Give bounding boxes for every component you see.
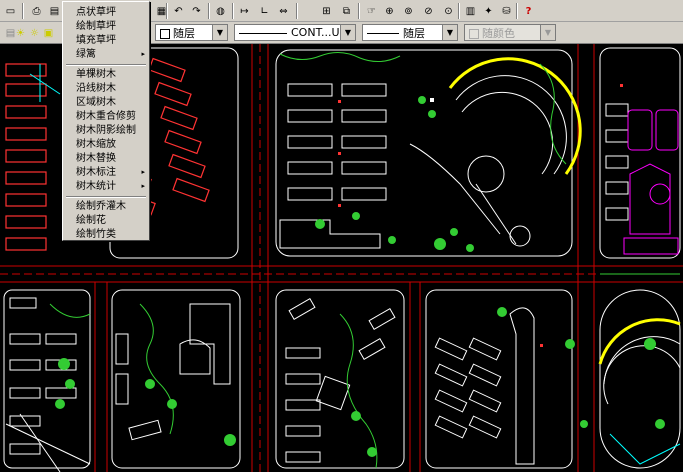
menu-item-tree-statistics[interactable]: 树木统计 ▸ bbox=[63, 180, 149, 193]
marker bbox=[338, 204, 341, 207]
menu-item-tree-label[interactable]: 树木标注 ▸ bbox=[63, 166, 149, 179]
chevron-down-icon[interactable]: ▼ bbox=[212, 25, 227, 40]
chevron-down-icon[interactable]: ▼ bbox=[340, 25, 355, 40]
tree bbox=[55, 399, 65, 409]
table-icon[interactable]: ▥ bbox=[462, 3, 479, 19]
new-file-icon[interactable]: ▭ bbox=[2, 3, 19, 19]
marker bbox=[620, 84, 623, 87]
tree bbox=[565, 339, 575, 349]
block-icon[interactable]: ⧉ bbox=[338, 3, 355, 19]
database-icon[interactable]: ⛁ bbox=[498, 3, 515, 19]
tree bbox=[655, 419, 665, 429]
tree bbox=[315, 219, 325, 229]
linetype-select[interactable]: CONT...UOUS ▼ bbox=[234, 24, 356, 41]
linetype-select-value: CONT...UOUS bbox=[291, 26, 340, 39]
redo-icon[interactable]: ↷ bbox=[188, 3, 205, 19]
lineweight-preview bbox=[367, 33, 399, 34]
toolbar-separator bbox=[22, 3, 24, 19]
layer-color-swatch bbox=[160, 28, 170, 39]
tree bbox=[450, 228, 458, 236]
menu-item-draw-bamboo[interactable]: 绘制竹类 bbox=[63, 228, 149, 241]
dimension-angle-icon[interactable]: ∟ bbox=[256, 3, 273, 19]
menu-item-hedge[interactable]: 绿篱 ▸ bbox=[63, 48, 149, 61]
linetype-preview bbox=[239, 32, 287, 34]
toolbar-separator bbox=[166, 3, 168, 19]
menu-item-draw-lawn[interactable]: 绘制草坪 bbox=[63, 20, 149, 33]
tree bbox=[58, 358, 70, 370]
menu-item-tree-replace[interactable]: 树木替换 bbox=[63, 152, 149, 165]
design-center-icon[interactable]: ✦ bbox=[480, 3, 497, 19]
tree bbox=[224, 434, 236, 446]
submenu-arrow-icon: ▸ bbox=[141, 182, 145, 190]
toolbar-separator bbox=[296, 3, 298, 19]
marker bbox=[540, 344, 543, 347]
menu-item-draw-shrubs[interactable]: 绘制乔灌木 bbox=[63, 200, 149, 213]
toolbar-separator bbox=[358, 3, 360, 19]
menu-item-draw-flowers[interactable]: 绘制花 bbox=[63, 214, 149, 227]
lineweight-select-value: 随层 bbox=[403, 26, 425, 40]
menu-item-tree-shadow[interactable]: 树木阴影绘制 bbox=[63, 124, 149, 137]
menu-separator bbox=[66, 196, 146, 198]
zoom-realtime-icon[interactable]: ⊕ bbox=[381, 3, 398, 19]
tree bbox=[466, 244, 474, 252]
zoom-extents-icon[interactable]: ⊙ bbox=[440, 3, 457, 19]
toolbar-separator bbox=[516, 3, 518, 19]
menu-item-trees-along-line[interactable]: 沿线树木 bbox=[63, 82, 149, 95]
marker bbox=[338, 100, 341, 103]
color-select-value: 随颜色 bbox=[482, 26, 515, 40]
color-select: 随颜色 ▼ bbox=[464, 24, 556, 41]
tree bbox=[418, 96, 426, 104]
chevron-down-icon: ▼ bbox=[540, 25, 555, 40]
submenu-arrow-icon: ▸ bbox=[141, 168, 145, 176]
menu-item-fill-lawn[interactable]: 填充草坪 bbox=[63, 34, 149, 47]
properties-icon[interactable]: ⊞ bbox=[318, 3, 335, 19]
tree bbox=[580, 420, 588, 428]
zoom-previous-icon[interactable]: ⊘ bbox=[420, 3, 437, 19]
layer-lock-icon[interactable]: ▣ bbox=[40, 25, 57, 41]
undo-icon[interactable]: ↶ bbox=[170, 3, 187, 19]
marker bbox=[430, 98, 434, 102]
landscape-dropdown-menu: 点状草坪 绘制草坪 填充草坪 绿篱 ▸ 单棵树木 沿线树木 区域树木 树木重合修剪… bbox=[62, 1, 150, 241]
dimension-align-icon[interactable]: ⇔ bbox=[275, 3, 292, 19]
print-icon[interactable]: ⎙ bbox=[28, 3, 45, 19]
toolbar-separator bbox=[232, 3, 234, 19]
menu-separator bbox=[66, 64, 146, 66]
menu-item-dot-lawn[interactable]: 点状草坪 bbox=[63, 6, 149, 19]
tree bbox=[434, 238, 446, 250]
menu-item-area-trees[interactable]: 区域树木 bbox=[63, 96, 149, 109]
tree bbox=[145, 379, 155, 389]
submenu-arrow-icon: ▸ bbox=[141, 50, 145, 58]
globe-icon[interactable]: ◍ bbox=[212, 3, 229, 19]
menu-item-tree-scale[interactable]: 树木缩放 bbox=[63, 138, 149, 151]
menu-item-single-tree[interactable]: 单棵树木 bbox=[63, 68, 149, 81]
tree bbox=[388, 236, 396, 244]
tree bbox=[497, 307, 507, 317]
zoom-window-icon[interactable]: ⊚ bbox=[400, 3, 417, 19]
pan-icon[interactable]: ☞ bbox=[363, 3, 380, 19]
toolbar-separator bbox=[458, 3, 460, 19]
layer-select-value: 随层 bbox=[173, 26, 195, 40]
dimension-linear-icon[interactable]: ↦ bbox=[236, 3, 253, 19]
tree bbox=[352, 212, 360, 220]
marker bbox=[338, 152, 341, 155]
layer-select[interactable]: 随层 ▼ bbox=[155, 24, 228, 41]
toolbar-separator bbox=[208, 3, 210, 19]
color-swatch bbox=[469, 28, 479, 39]
lineweight-select[interactable]: 随层 ▼ bbox=[362, 24, 458, 41]
tree bbox=[367, 447, 377, 457]
help-icon[interactable]: ? bbox=[520, 3, 537, 19]
tree bbox=[644, 338, 656, 350]
menu-item-tree-overlap-trim[interactable]: 树木重合修剪 bbox=[63, 110, 149, 123]
tree bbox=[428, 110, 436, 118]
chevron-down-icon[interactable]: ▼ bbox=[442, 25, 457, 40]
tree bbox=[65, 379, 75, 389]
preview-icon[interactable]: ▤ bbox=[46, 3, 63, 19]
